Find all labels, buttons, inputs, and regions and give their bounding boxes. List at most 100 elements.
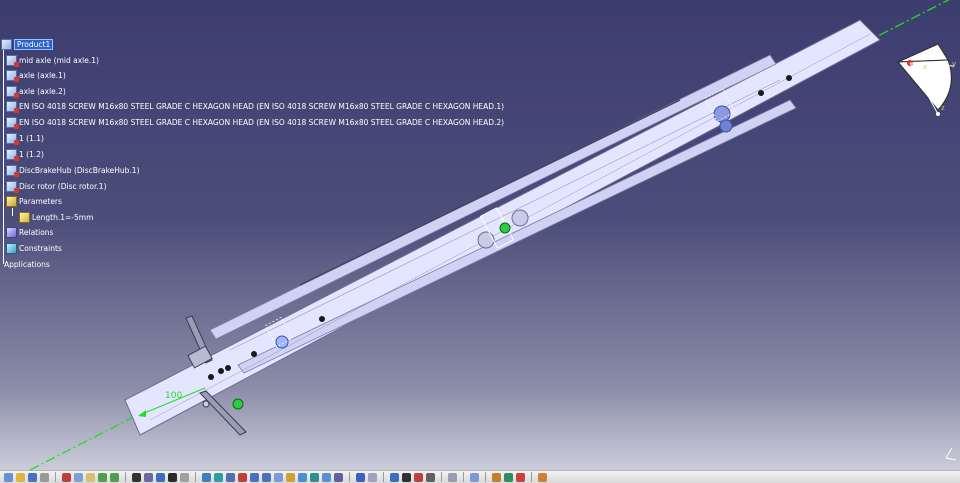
tree-item-relations[interactable]: Relations: [6, 225, 53, 239]
tree-item-length-parameter[interactable]: Length.1=-5mm: [19, 210, 93, 224]
measure-icon[interactable]: [168, 472, 177, 482]
part-icon: [6, 148, 19, 161]
update-icon[interactable]: [504, 472, 513, 482]
catalog-icon[interactable]: [156, 472, 165, 482]
pan-icon[interactable]: [226, 472, 235, 482]
part-icon: [6, 54, 19, 67]
tree-item-disc-brake-hub[interactable]: DiscBrakeHub (DiscBrakeHub.1): [6, 163, 140, 177]
zoom-in-icon[interactable]: [250, 472, 259, 482]
part-icon: [6, 132, 19, 145]
tree-item-label: Constraints: [19, 243, 62, 253]
axis-triad-icon: [945, 447, 957, 461]
help-icon[interactable]: [144, 472, 153, 482]
part-icon: [6, 85, 19, 98]
redo-icon[interactable]: [110, 472, 119, 482]
new-icon[interactable]: [4, 472, 13, 482]
toolbar-separator: [55, 472, 56, 482]
component-icon[interactable]: [368, 472, 377, 482]
compass-icon[interactable]: x y z: [896, 43, 956, 116]
part-icon: [6, 100, 19, 113]
snap-icon[interactable]: [470, 472, 479, 482]
tree-item-label: 1 (1.2): [19, 149, 44, 159]
toolbar-separator: [531, 472, 532, 482]
tree-item-label: mid axle (mid axle.1): [19, 55, 99, 65]
zoom-out-icon[interactable]: [262, 472, 271, 482]
cut-icon[interactable]: [62, 472, 71, 482]
tree-item-disc-rotor[interactable]: Disc rotor (Disc rotor.1): [6, 179, 107, 193]
tree-item-1-2[interactable]: 1 (1.2): [6, 147, 44, 161]
tree-item-label: DiscBrakeHub (DiscBrakeHub.1): [19, 165, 140, 175]
shading-icon[interactable]: [298, 472, 307, 482]
tree-item-screw-1[interactable]: EN ISO 4018 SCREW M16x80 STEEL GRADE C H…: [6, 99, 504, 113]
part-icon: [6, 116, 19, 129]
copy-icon[interactable]: [74, 472, 83, 482]
fly-mode-icon[interactable]: [202, 472, 211, 482]
toolbar-separator: [349, 472, 350, 482]
tree-item-label: axle (axle.1): [19, 70, 66, 80]
tree-item-axle-2[interactable]: axle (axle.2): [6, 84, 66, 98]
tree-root[interactable]: Product1: [1, 37, 54, 51]
tree-item-axle-1[interactable]: axle (axle.1): [6, 68, 66, 82]
length-parameter-icon: [19, 211, 30, 223]
tree-connector: [3, 46, 4, 264]
toolbar-separator: [383, 472, 384, 482]
tree-item-applications[interactable]: Applications: [4, 257, 50, 271]
dimension-value: 100: [165, 391, 182, 401]
formula-icon[interactable]: [132, 472, 141, 482]
tree-item-label: EN ISO 4018 SCREW M16x80 STEEL GRADE C H…: [19, 101, 505, 111]
tree-item-1-1[interactable]: 1 (1.1): [6, 131, 44, 145]
relations-icon: [6, 226, 17, 238]
iso-view-icon[interactable]: [286, 472, 295, 482]
tree-item-label: Disc rotor (Disc rotor.1): [19, 181, 107, 191]
tree-item-parameters[interactable]: Parameters: [6, 194, 62, 208]
existing-component-icon[interactable]: [390, 472, 399, 482]
open-icon[interactable]: [16, 472, 25, 482]
tree-item-label: Relations: [19, 227, 54, 237]
replace-component-icon[interactable]: [402, 472, 411, 482]
normal-view-icon[interactable]: [274, 472, 283, 482]
numbering-icon[interactable]: [426, 472, 435, 482]
constraint-icon[interactable]: [492, 472, 501, 482]
paste-icon[interactable]: [86, 472, 95, 482]
parameters-icon: [6, 195, 17, 207]
tree-item-label: Applications: [4, 259, 50, 269]
toolbar-separator: [463, 472, 464, 482]
reorder-icon[interactable]: [414, 472, 423, 482]
model-canvas[interactable]: 100 x y z: [0, 0, 960, 471]
more-tools-icon[interactable]: [538, 472, 547, 482]
part-icon: [6, 69, 19, 82]
tree-item-label: 1 (1.1): [19, 133, 44, 143]
save-icon[interactable]: [28, 472, 37, 482]
tree-item-screw-2[interactable]: EN ISO 4018 SCREW M16x80 STEEL GRADE C H…: [6, 115, 504, 129]
tree-item-constraints[interactable]: Constraints: [6, 241, 62, 255]
compass-y-label: y: [952, 60, 956, 68]
toolbar-separator: [125, 472, 126, 482]
rotate-icon[interactable]: [238, 472, 247, 482]
tree-item-label: Length.1=-5mm: [32, 212, 94, 222]
link-icon[interactable]: [180, 472, 189, 482]
compass-z-label: z: [941, 104, 945, 112]
product-icon[interactable]: [356, 472, 365, 482]
tree-item-label: Parameters: [19, 196, 62, 206]
part-icon: [6, 180, 19, 193]
tree-item-mid-axle[interactable]: mid axle (mid axle.1): [6, 53, 99, 67]
toolbar-separator: [485, 472, 486, 482]
toolbar-separator: [441, 472, 442, 482]
fit-all-icon[interactable]: [214, 472, 223, 482]
manipulation-icon[interactable]: [448, 472, 457, 482]
undo-icon[interactable]: [98, 472, 107, 482]
compass-x-label: x: [923, 63, 927, 71]
part-icon: [6, 164, 19, 177]
tree-item-label: EN ISO 4018 SCREW M16x80 STEEL GRADE C H…: [19, 117, 505, 127]
product-icon: [1, 38, 12, 50]
hide-show-icon[interactable]: [310, 472, 319, 482]
render-style-icon[interactable]: [334, 472, 343, 482]
tree-root-label: Product1: [14, 38, 54, 50]
fix-icon[interactable]: [516, 472, 525, 482]
toolbar-separator: [195, 472, 196, 482]
swap-visible-icon[interactable]: [322, 472, 331, 482]
bottom-toolbar[interactable]: [0, 470, 960, 483]
3d-viewport[interactable]: 100 x y z Product1 mid axle (mid axle.1)…: [0, 0, 960, 471]
print-icon[interactable]: [40, 472, 49, 482]
constraints-icon: [6, 242, 17, 254]
